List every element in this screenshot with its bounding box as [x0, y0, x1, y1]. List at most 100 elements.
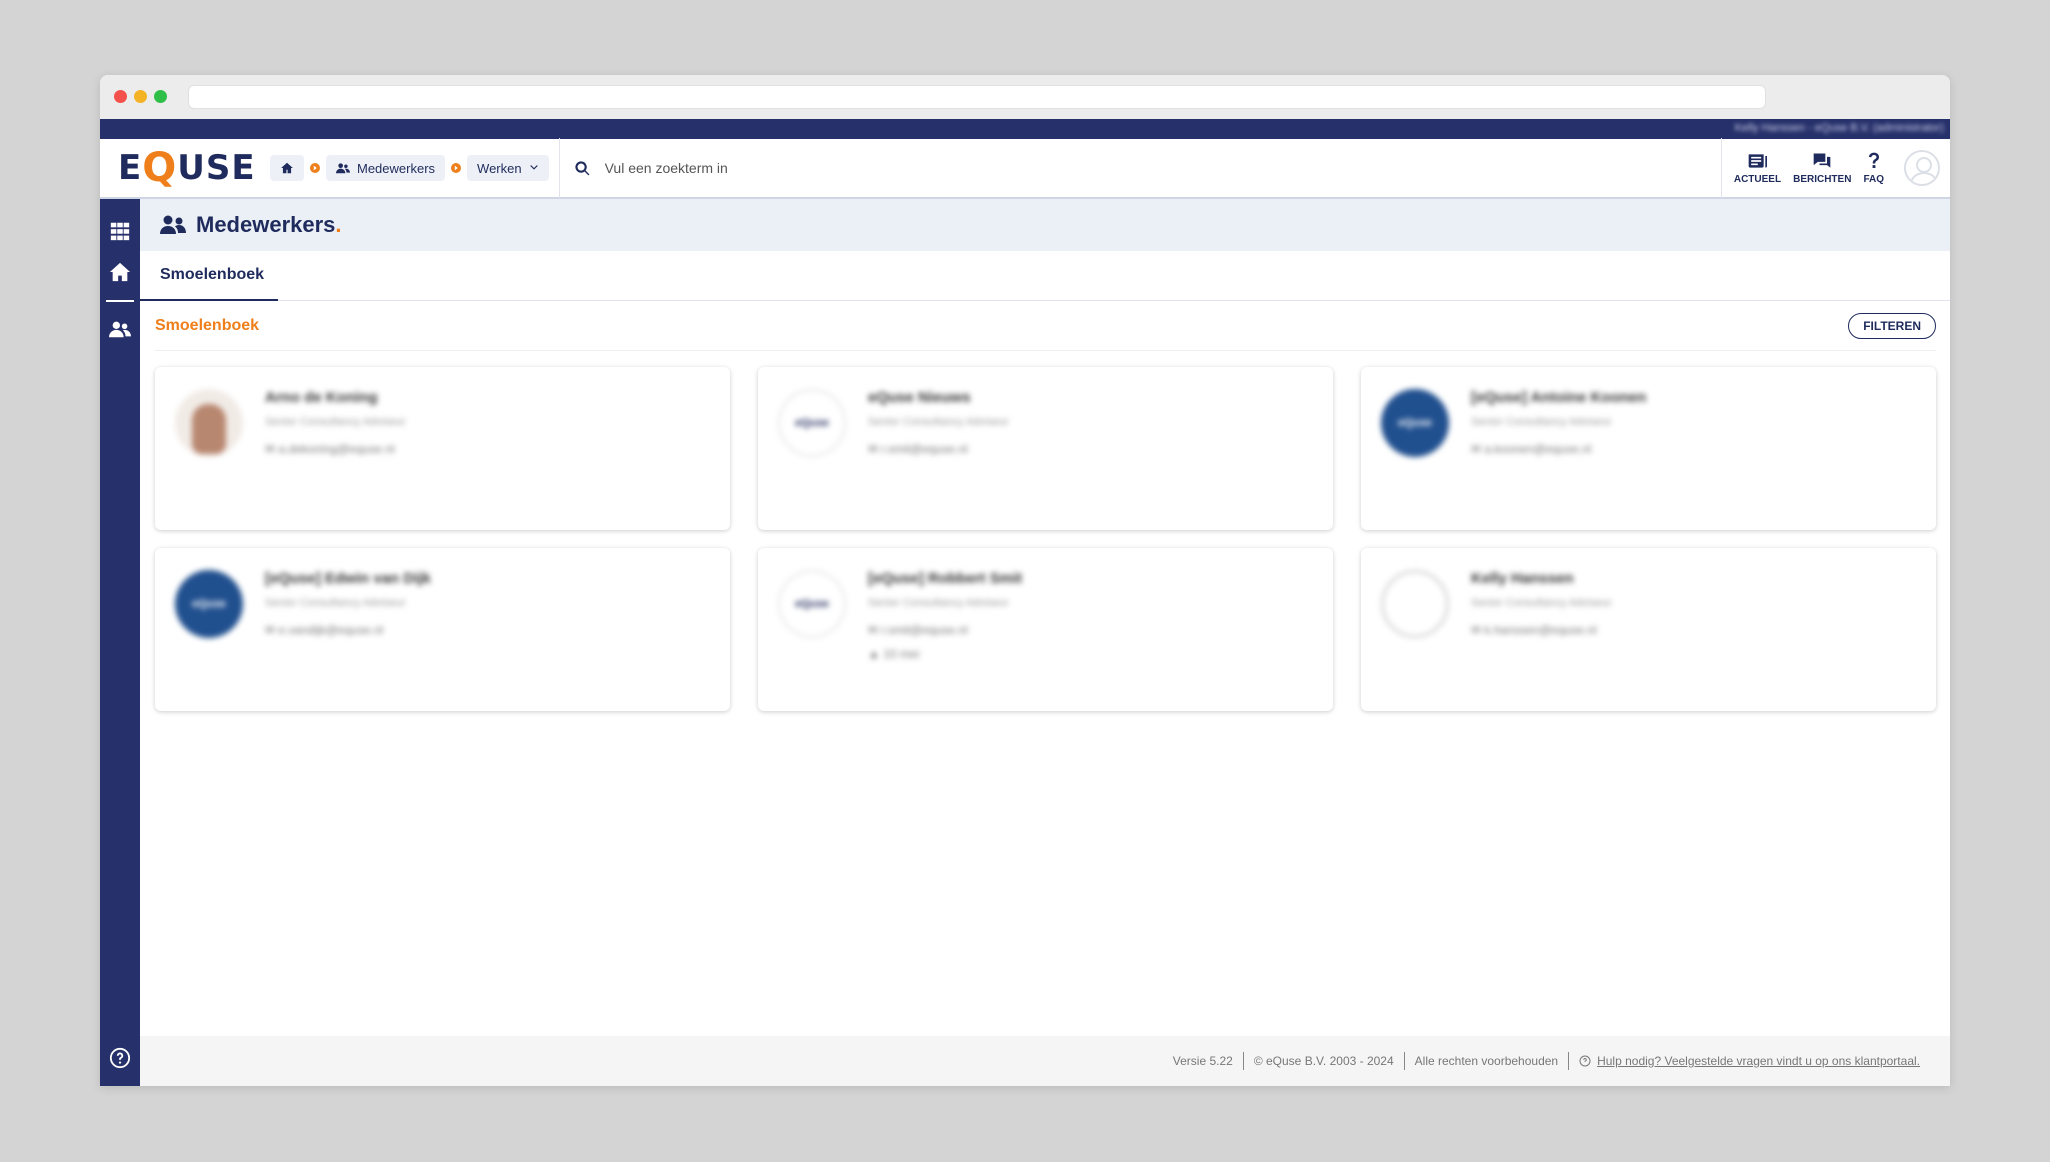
logged-in-user: Kelly Hanssen - eQuse B.V. (administrato… — [1734, 122, 1944, 134]
employee-name: eQuse Nieuws — [868, 389, 971, 406]
filter-button[interactable]: FILTEREN — [1848, 312, 1936, 339]
employee-info: Kelly Hanssen Senior Consultancy Adviseu… — [1471, 570, 1612, 647]
help-circle-icon — [1579, 1055, 1591, 1067]
active-indicator — [106, 300, 134, 302]
avatar-logo-text: eQuse — [1398, 417, 1432, 429]
avatar-logo-text: eQuse — [795, 598, 829, 610]
main-content: Medewerkers. Smoelenboek Smoelenboek FIL… — [140, 199, 1950, 1086]
header-actions: ACTUEEL BERICHTEN FAQ — [1720, 138, 1950, 198]
help-circle-icon[interactable] — [109, 1047, 131, 1069]
logo-e: E — [118, 148, 143, 188]
question-icon — [1868, 152, 1879, 168]
search-input[interactable] — [604, 160, 1205, 176]
close-window-button[interactable] — [114, 90, 127, 103]
user-avatar[interactable] — [1904, 150, 1940, 186]
employee-role: Senior Consultancy Adviseur — [1471, 597, 1612, 609]
help-link[interactable]: Hulp nodig? Veelgestelde vragen vindt u … — [1597, 1052, 1920, 1070]
employee-info: [eQuse] Robbert Smit Senior Consultancy … — [868, 570, 1022, 671]
apps-grid-icon[interactable] — [109, 220, 131, 242]
section-title: Smoelenboek — [155, 316, 260, 334]
avatar: eQuse — [1381, 389, 1449, 457]
page-title-text: Medewerkers — [196, 212, 336, 237]
employee-role: Senior Consultancy Adviseur — [868, 597, 1009, 609]
employee-email-text: k.hanssen@equse.nl — [1484, 623, 1597, 637]
employee-birthday: ▲ 10 mei — [868, 647, 920, 661]
search-bar — [558, 138, 1721, 198]
breadcrumb-home[interactable] — [270, 155, 304, 181]
avatar — [175, 389, 243, 457]
footer-version: Versie 5.22 — [1172, 1054, 1233, 1068]
breadcrumb-werken-dropdown[interactable]: Werken — [467, 155, 549, 181]
employee-role: Senior Consultancy Adviseur — [868, 416, 1009, 428]
employee-info: Arno de Koning Senior Consultancy Advise… — [265, 389, 406, 466]
employee-email: ✉ e.vandijk@equse.nl — [265, 623, 384, 637]
footer-rights: Alle rechten voorbehouden — [1403, 1052, 1568, 1070]
employee-email-text: a.koonen@equse.nl — [1484, 442, 1592, 456]
employee-card[interactable]: eQuse [eQuse] Edwin van Dijk Senior Cons… — [155, 548, 730, 711]
employee-info: eQuse Nieuws Senior Consultancy Adviseur… — [868, 389, 1009, 466]
employee-card[interactable]: eQuse [eQuse] Antoine Koonen Senior Cons… — [1361, 367, 1936, 530]
avatar: eQuse — [175, 570, 243, 638]
employee-role: Senior Consultancy Adviseur — [1471, 416, 1612, 428]
breadcrumb-werken-label: Werken — [477, 160, 522, 176]
employee-name: Arno de Koning — [265, 389, 378, 406]
sidebar — [100, 199, 140, 1086]
top-strip: Kelly Hanssen - eQuse B.V. (administrato… — [100, 119, 1950, 139]
employee-birthday-text: 10 mei — [883, 647, 920, 661]
chevron-down-icon — [529, 165, 538, 170]
equse-logo[interactable]: E Q USE — [100, 138, 270, 198]
footer: Versie 5.22 © eQuse B.V. 2003 - 2024 All… — [140, 1036, 1950, 1086]
address-bar[interactable] — [188, 85, 1766, 109]
breadcrumb-medewerkers[interactable]: Medewerkers — [326, 155, 446, 181]
employee-email: ✉ a.koonen@equse.nl — [1471, 442, 1592, 456]
faq-button[interactable]: FAQ — [1857, 138, 1890, 198]
page-title: Medewerkers. — [196, 212, 342, 238]
avatar — [1381, 570, 1449, 638]
employee-card[interactable]: Kelly Hanssen Senior Consultancy Adviseu… — [1361, 548, 1936, 711]
app-header: EQUSE Medewerkers Werken ACTUEEL — [100, 138, 1950, 199]
browser-chrome — [100, 75, 1950, 119]
employee-info: [eQuse] Edwin van Dijk Senior Consultanc… — [265, 570, 431, 647]
employee-card[interactable]: Arno de Koning Senior Consultancy Advise… — [155, 367, 730, 530]
employee-name: Kelly Hanssen — [1471, 570, 1574, 587]
users-icon[interactable] — [109, 318, 131, 340]
avatar-logo-text: eQuse — [795, 417, 829, 429]
employee-name: [eQuse] Antoine Koonen — [1471, 389, 1647, 406]
employee-email: ✉ r.smit@equse.nl — [868, 623, 968, 637]
employee-info: [eQuse] Antoine Koonen Senior Consultanc… — [1471, 389, 1646, 466]
actueel-button[interactable]: ACTUEEL — [1728, 138, 1787, 198]
employee-name: [eQuse] Robbert Smit — [868, 570, 1023, 587]
tab-bar: Smoelenboek — [140, 251, 1950, 301]
chevron-right-icon — [451, 163, 462, 173]
chevron-right-icon — [310, 163, 320, 173]
employee-email: ✉ r.smit@equse.nl — [868, 442, 968, 456]
minimize-window-button[interactable] — [134, 90, 147, 103]
logo-use: USE — [177, 148, 256, 188]
employee-email-text: r.smit@equse.nl — [881, 623, 968, 637]
search-icon — [574, 160, 589, 175]
employee-email: ✉ k.hanssen@equse.nl — [1471, 623, 1597, 637]
employee-grid: Arno de Koning Senior Consultancy Advise… — [155, 367, 1936, 711]
news-icon — [1749, 154, 1768, 168]
berichten-button[interactable]: BERICHTEN — [1787, 138, 1857, 198]
employee-card[interactable]: eQuse eQuse Nieuws Senior Consultancy Ad… — [758, 367, 1333, 530]
avatar-logo-text: eQuse — [192, 598, 226, 610]
breadcrumb: Medewerkers Werken — [270, 138, 549, 198]
footer-copyright: © eQuse B.V. 2003 - 2024 — [1242, 1052, 1404, 1070]
employee-card[interactable]: eQuse [eQuse] Robbert Smit Senior Consul… — [758, 548, 1333, 711]
browser-window: Kelly Hanssen - eQuse B.V. (administrato… — [100, 75, 1950, 1086]
employee-role: Senior Consultancy Adviseur — [265, 416, 406, 428]
messages-icon — [1813, 153, 1831, 168]
avatar: eQuse — [778, 389, 846, 457]
employee-email: ✉ a.dekoning@equse.nl — [265, 442, 395, 456]
employee-name: [eQuse] Edwin van Dijk — [265, 570, 431, 587]
logo-q: Q — [142, 145, 178, 191]
breadcrumb-medewerkers-label: Medewerkers — [357, 160, 436, 176]
home-icon[interactable] — [109, 261, 131, 283]
avatar: eQuse — [778, 570, 846, 638]
maximize-window-button[interactable] — [154, 90, 167, 103]
tab-smoelenboek[interactable]: Smoelenboek — [140, 251, 278, 301]
section-header: Smoelenboek FILTEREN — [155, 301, 1936, 351]
employee-email-text: e.vandijk@equse.nl — [278, 623, 384, 637]
actueel-label: ACTUEEL — [1733, 174, 1782, 185]
